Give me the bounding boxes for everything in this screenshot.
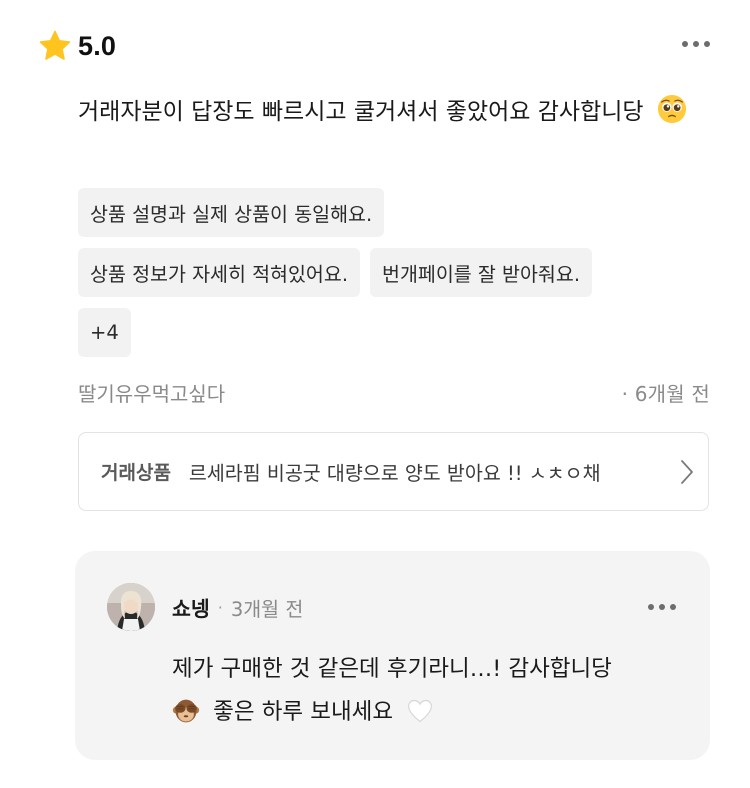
reply-text: 제가 구매한 것 같은데 후기라니…! 감사합니당 좋은 하루 보내세요	[172, 648, 687, 734]
separator-dot: ·	[217, 597, 223, 617]
chevron-right-icon	[681, 459, 693, 484]
reply-header: 쇼넹 · 3개월 전	[172, 591, 303, 623]
rating-row: 5.0	[38, 26, 116, 66]
reply-time: 3개월 전	[230, 597, 304, 621]
seller-reply-card: 쇼넹 · 3개월 전 제가 구매한 것 같은데 후기라니…! 감사합니당 좋은 …	[75, 551, 710, 760]
product-label: 거래상품	[101, 462, 171, 484]
tag-item: 상품 정보가 자세히 적혀있어요.	[78, 248, 361, 297]
avatar[interactable]	[107, 583, 155, 631]
pleading-face-icon	[657, 94, 686, 124]
avatar-image	[107, 583, 155, 631]
reply-line-2-wrap: 좋은 하루 보내세요	[172, 691, 687, 734]
star-icon	[39, 30, 71, 60]
review-body: 거래자분이 답장도 빠르시고 쿨거셔서 좋았어요 감사합니당	[78, 99, 644, 125]
reviewer-name[interactable]: 딸기유우먹고싶다	[78, 378, 225, 407]
rating-value: 5.0	[78, 30, 117, 61]
reply-line-1: 제가 구매한 것 같은데 후기라니…! 감사합니당	[172, 656, 612, 682]
tag-item: 상품 설명과 실제 상품이 동일해요.	[78, 188, 385, 237]
product-name: 르세라핌 비공굿 대량으로 양도 받아요 !! ㅅㅊㅇ채	[188, 462, 601, 485]
review-time: · 6개월 전	[621, 381, 710, 406]
replier-name[interactable]: 쇼넹	[172, 592, 210, 622]
more-tags-button[interactable]: +4	[78, 308, 131, 357]
review-tags: 상품 설명과 실제 상품이 동일해요. 상품 정보가 자세히 적혀있어요. 번개…	[78, 188, 718, 368]
reply-more-options-icon[interactable]	[648, 604, 676, 610]
review-meta: 딸기유우먹고싶다 · 6개월 전	[78, 376, 710, 408]
see-no-evil-monkey-icon	[172, 699, 200, 723]
more-options-icon[interactable]	[682, 41, 710, 47]
reply-line-2: 좋은 하루 보내세요	[213, 699, 394, 725]
traded-product-link[interactable]: 거래상품 르세라핌 비공굿 대량으로 양도 받아요 !! ㅅㅊㅇ채	[78, 432, 709, 511]
tag-item: 번개페이를 잘 받아줘요.	[370, 248, 593, 297]
review-text: 거래자분이 답장도 빠르시고 쿨거셔서 좋았어요 감사합니당	[78, 92, 708, 133]
white-heart-icon	[408, 699, 433, 723]
